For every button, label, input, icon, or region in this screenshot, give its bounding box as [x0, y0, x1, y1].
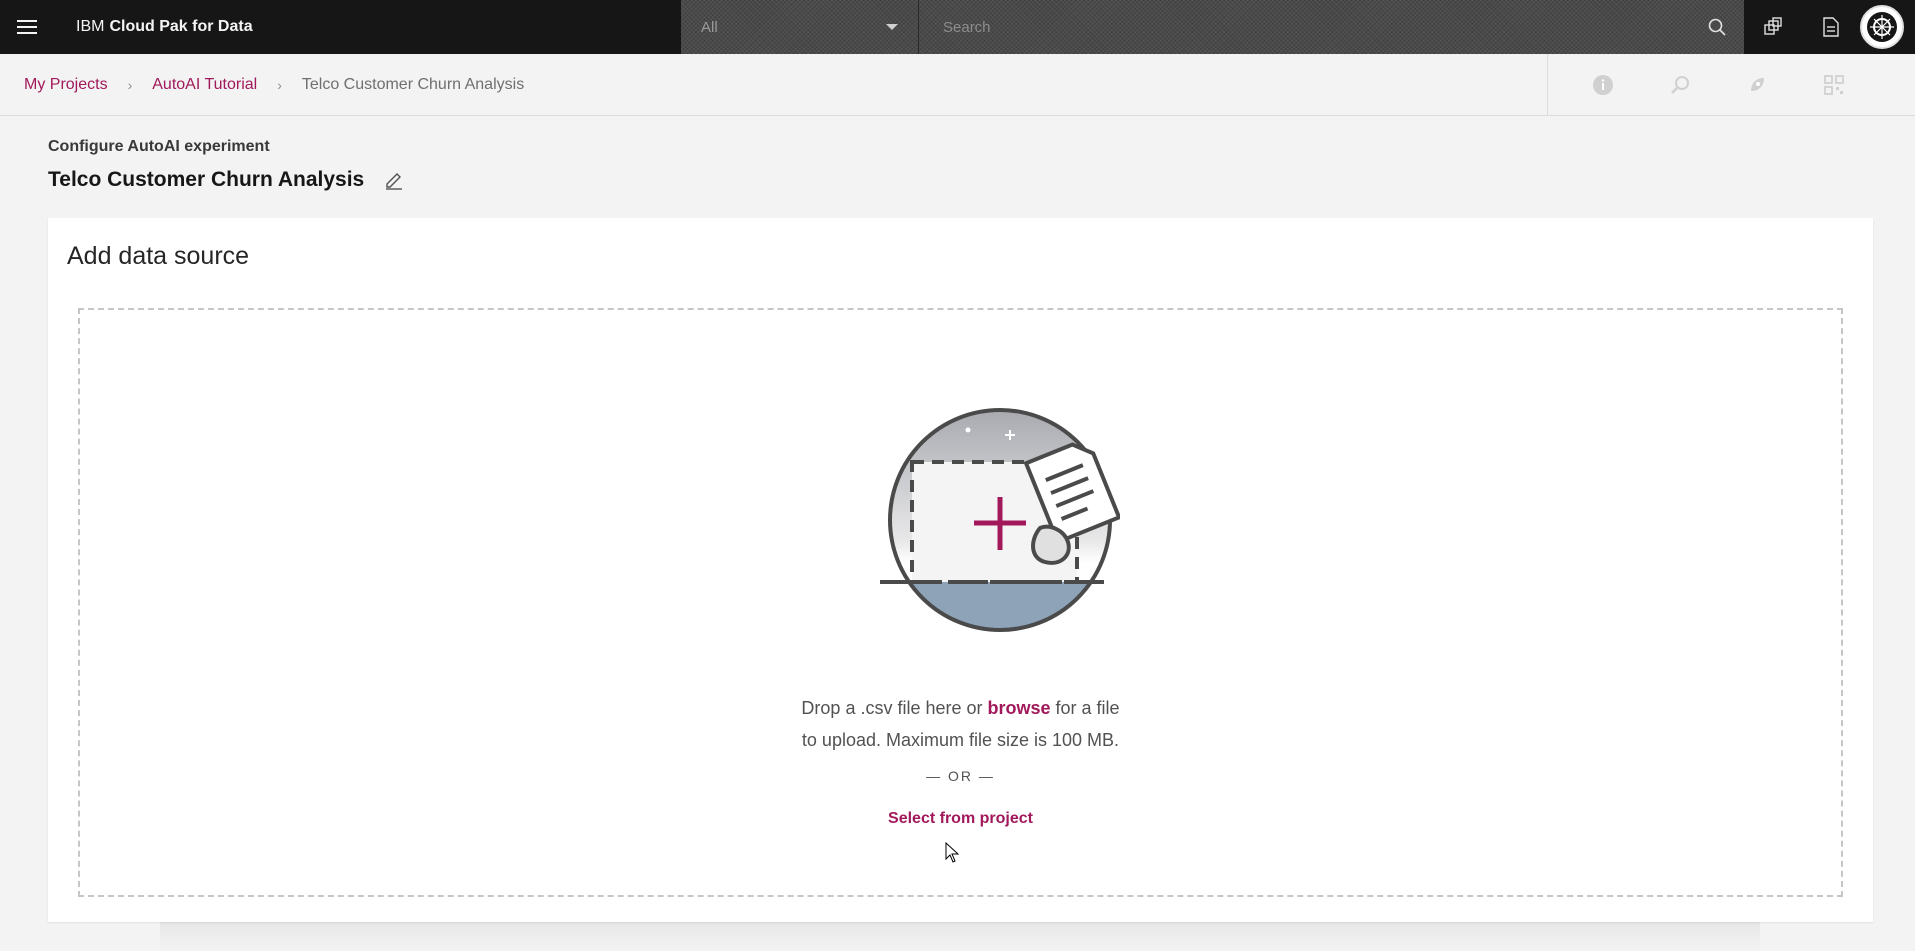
- select-from-project-link[interactable]: Select from project: [888, 810, 1033, 827]
- brand-prefix: IBM: [76, 18, 105, 35]
- data-source-card: Add data source Drop a .csv file here or…: [48, 218, 1873, 922]
- file-dropzone[interactable]: Drop a .csv file here or browse for a fi…: [78, 308, 1843, 897]
- chevron-down-icon: [886, 24, 898, 30]
- drop-text-before: Drop a .csv file here or: [801, 698, 988, 718]
- menu-icon[interactable]: [0, 0, 54, 54]
- chevron-right-icon: ›: [277, 76, 282, 93]
- page-subtitle: Configure AutoAI experiment: [48, 138, 270, 155]
- breadcrumb: My Projects › AutoAI Tutorial › Telco Cu…: [0, 76, 524, 94]
- switcher-icon[interactable]: [1744, 0, 1802, 54]
- breadcrumb-bar: My Projects › AutoAI Tutorial › Telco Cu…: [0, 54, 1915, 116]
- header-actions: [1744, 0, 1904, 54]
- card-title: Add data source: [67, 242, 250, 270]
- document-icon[interactable]: [1802, 0, 1860, 54]
- upload-illustration-icon: [880, 408, 1120, 632]
- browse-link[interactable]: browse: [988, 698, 1051, 718]
- search-icon[interactable]: [1690, 0, 1744, 54]
- edit-icon[interactable]: [382, 168, 406, 192]
- avatar[interactable]: [1860, 5, 1904, 49]
- global-search: All: [681, 0, 1744, 54]
- drop-instructions: Drop a .csv file here or browse for a fi…: [80, 692, 1841, 756]
- search-input[interactable]: [919, 0, 1690, 54]
- breadcrumb-current: Telco Customer Churn Analysis: [301, 75, 525, 93]
- search-scope-value: All: [701, 18, 718, 36]
- lock-search-icon[interactable]: [1641, 54, 1718, 116]
- bottom-shadow: [160, 922, 1760, 951]
- search-scope-select[interactable]: All: [681, 0, 919, 54]
- chevron-right-icon: ›: [127, 76, 133, 93]
- title-row: Telco Customer Churn Analysis: [48, 168, 406, 192]
- qr-grid-icon[interactable]: [1795, 54, 1872, 116]
- mouse-cursor-icon: [945, 842, 960, 863]
- info-icon[interactable]: [1564, 54, 1641, 116]
- or-separator: — OR —: [926, 768, 995, 784]
- rocket-icon[interactable]: [1718, 54, 1795, 116]
- top-header: IBM Cloud Pak for Data All: [0, 0, 1915, 54]
- drop-text-line2: to upload. Maximum file size is 100 MB.: [801, 730, 1120, 750]
- page-title: Telco Customer Churn Analysis: [48, 168, 365, 191]
- breadcrumb-autoai-tutorial[interactable]: AutoAI Tutorial: [152, 76, 257, 94]
- drop-text-after: for a file: [1050, 698, 1120, 718]
- brand-name: Cloud Pak for Data: [109, 18, 253, 35]
- breadcrumb-my-projects[interactable]: My Projects: [24, 76, 108, 94]
- brand[interactable]: IBM Cloud Pak for Data: [76, 18, 253, 36]
- select-from-project-row: Select from project: [80, 810, 1841, 828]
- page-toolbar: [1547, 54, 1872, 116]
